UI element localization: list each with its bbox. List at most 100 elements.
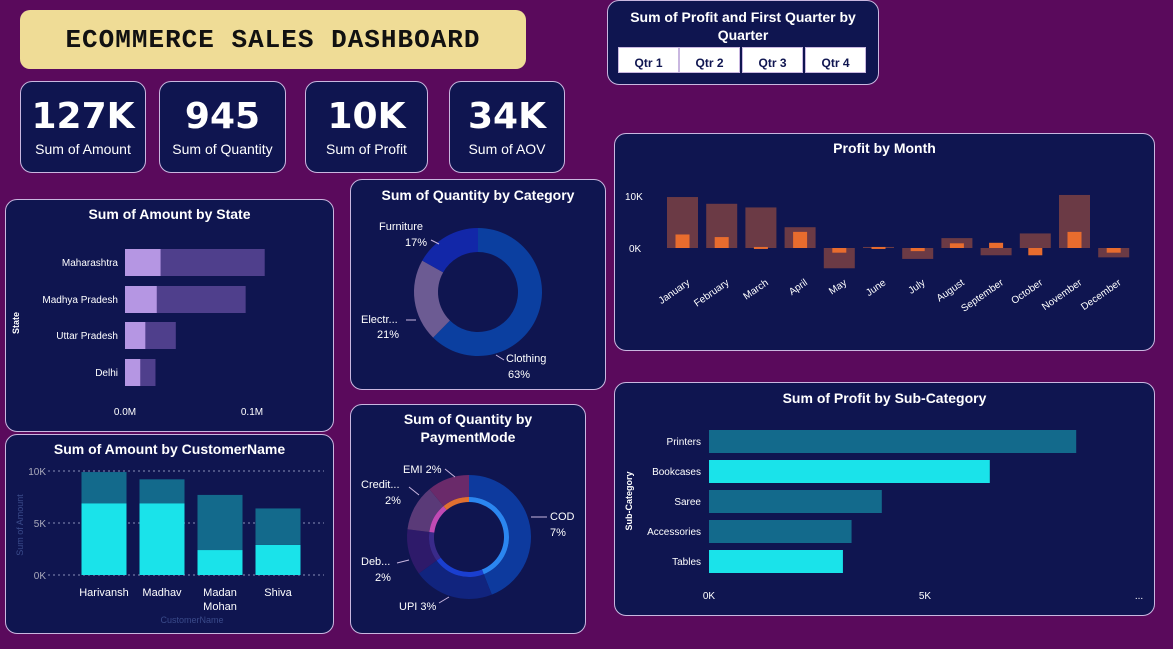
- kpi-value: 34K: [468, 96, 546, 137]
- customer-bar-base: [81, 503, 127, 575]
- chart-profit-by-subcategory[interactable]: Sum of Profit by Sub-Category Sub-Catego…: [614, 382, 1155, 616]
- state-bar-part: [125, 359, 141, 386]
- subcategory-bar: [709, 550, 843, 573]
- customer-bar-top: [197, 494, 243, 551]
- state-label: Uttar Pradesh: [56, 331, 118, 342]
- month-bar-outer: [745, 207, 777, 248]
- slicer-option-qtr1[interactable]: Qtr 1: [618, 47, 679, 73]
- state-label: Maharashtra: [62, 258, 119, 269]
- month-bar-outer: [980, 248, 1012, 256]
- month-label: July: [907, 277, 928, 296]
- month-label: May: [827, 277, 849, 297]
- subcategory-label: Saree: [674, 497, 701, 508]
- month-label: October: [1010, 277, 1046, 307]
- subcategory-label: Printers: [667, 437, 701, 448]
- kpi-card-profit[interactable]: 10K Sum of Profit: [305, 81, 428, 173]
- kpi-value: 10K: [327, 96, 406, 137]
- leader-line: [438, 596, 450, 604]
- leader-line: [430, 239, 440, 245]
- x-tick-label: 0.0M: [114, 407, 136, 418]
- payment-slice: [418, 560, 492, 599]
- chart-profit-by-month[interactable]: Profit by Month 10K 0K January February Marc…: [614, 133, 1155, 351]
- customer-bar-top: [139, 479, 185, 504]
- month-bar-inner: [871, 246, 886, 249]
- dashboard-title: ECOMMERCE SALES DASHBOARD: [20, 10, 526, 69]
- state-bar-part: [125, 286, 157, 313]
- slicer-option-qtr2[interactable]: Qtr 2: [679, 47, 740, 73]
- slicer-option-qtr3[interactable]: Qtr 3: [742, 47, 803, 73]
- slice-label: Deb...: [361, 556, 390, 568]
- slice-pct: 21%: [377, 329, 399, 341]
- state-label: Delhi: [95, 368, 118, 379]
- y-tick-label: 5K: [34, 519, 47, 530]
- subcategory-bar: [709, 490, 882, 513]
- state-label: Madhya Pradesh: [42, 295, 118, 306]
- kpi-value: 945: [184, 96, 261, 137]
- subcategory-label: Tables: [672, 557, 701, 568]
- kpi-card-quantity[interactable]: 945 Sum of Quantity: [159, 81, 286, 173]
- customer-label: Madan: [203, 587, 237, 599]
- x-tick-label: 5K: [919, 591, 932, 602]
- subcategory-bar: [709, 430, 1077, 453]
- customer-bar-base: [255, 544, 301, 575]
- chart-quantity-by-paymentmode[interactable]: Sum of Quantity by PaymentMode COD 7% UPI …: [350, 404, 586, 634]
- slice-label: EMI 2%: [403, 464, 442, 476]
- month-bar-inner: [989, 242, 1004, 248]
- profit-month-bar-chart: 10K 0K January February March April May June Jul…: [625, 192, 1130, 315]
- y-tick-label: 10K: [28, 467, 46, 478]
- customer-bar-base: [197, 550, 243, 575]
- slice-label: Clothing: [506, 353, 546, 365]
- month-label: March: [742, 277, 771, 302]
- month-label: December: [1079, 277, 1124, 313]
- customer-bar-top: [255, 508, 301, 545]
- slice-pct: 63%: [508, 369, 530, 381]
- chart-amount-by-state[interactable]: Sum of Amount by State State Maharashtra M…: [5, 199, 334, 432]
- subcategory-bar: [709, 520, 852, 543]
- kpi-card-aov[interactable]: 34K Sum of AOV: [449, 81, 565, 173]
- chart-quantity-by-category[interactable]: Sum of Quantity by Category Clothing 63% E…: [350, 179, 606, 390]
- month-bar-inner: [1028, 248, 1043, 256]
- chart-amount-by-customer[interactable]: Sum of Amount by CustomerName 10K 5K 0K Sum…: [5, 434, 334, 634]
- leader-line: [408, 486, 420, 496]
- customer-label: Madhav: [142, 587, 182, 599]
- kpi-label: Sum of Profit: [326, 141, 407, 157]
- kpi-label: Sum of Quantity: [172, 141, 273, 157]
- y-tick-label: 10K: [625, 192, 643, 203]
- kpi-label: Sum of Amount: [35, 141, 131, 157]
- subcategory-bar-chart: Sub-Category Printers Bookcases Saree Access…: [624, 430, 1143, 602]
- y-tick-label: 0K: [34, 571, 47, 582]
- slice-pct: 7%: [550, 527, 566, 539]
- month-bar-inner: [753, 246, 768, 249]
- slicer-title: Sum of Profit and First Quarter by Quart…: [630, 9, 856, 43]
- month-label: February: [692, 277, 731, 309]
- y-tick-label: 0K: [629, 244, 642, 255]
- state-bar-chart: State Maharashtra Madhya Pradesh Uttar Prad…: [11, 249, 265, 418]
- month-bar-outer: [1019, 233, 1051, 248]
- month-label: January: [657, 277, 692, 306]
- state-bar-part: [125, 322, 146, 349]
- subcategory-bar: [709, 460, 990, 483]
- subcategory-label: Bookcases: [652, 467, 701, 478]
- state-bar-part: [125, 249, 161, 276]
- quarter-slicer: Sum of Profit and First Quarter by Quart…: [607, 0, 879, 85]
- month-label: June: [864, 277, 888, 299]
- kpi-card-amount[interactable]: 127K Sum of Amount: [20, 81, 146, 173]
- customer-bar-chart: 10K 5K 0K Sum of Amount CustomerName Harivans…: [15, 467, 324, 625]
- leader-line: [444, 468, 456, 478]
- category-donut-chart: Clothing 63% Electr... 21% Furniture 17%: [361, 221, 546, 381]
- month-label: September: [959, 277, 1006, 314]
- kpi-value: 127K: [31, 96, 135, 137]
- month-bar-inner: [910, 248, 925, 252]
- slice-pct: 17%: [405, 237, 427, 249]
- subcategory-label: Accessories: [647, 527, 701, 538]
- month-label: April: [787, 277, 810, 297]
- month-bar-inner: [1106, 248, 1121, 253]
- axis-title-state: State: [11, 312, 21, 334]
- slice-pct: 2%: [385, 495, 401, 507]
- axis-title-y: Sub-Category: [624, 471, 634, 530]
- axis-title-y: Sum of Amount: [15, 494, 25, 556]
- month-bar-inner: [832, 248, 847, 253]
- leader-line: [495, 354, 505, 361]
- slicer-option-qtr4[interactable]: Qtr 4: [805, 47, 866, 73]
- customer-bar-top: [81, 472, 127, 504]
